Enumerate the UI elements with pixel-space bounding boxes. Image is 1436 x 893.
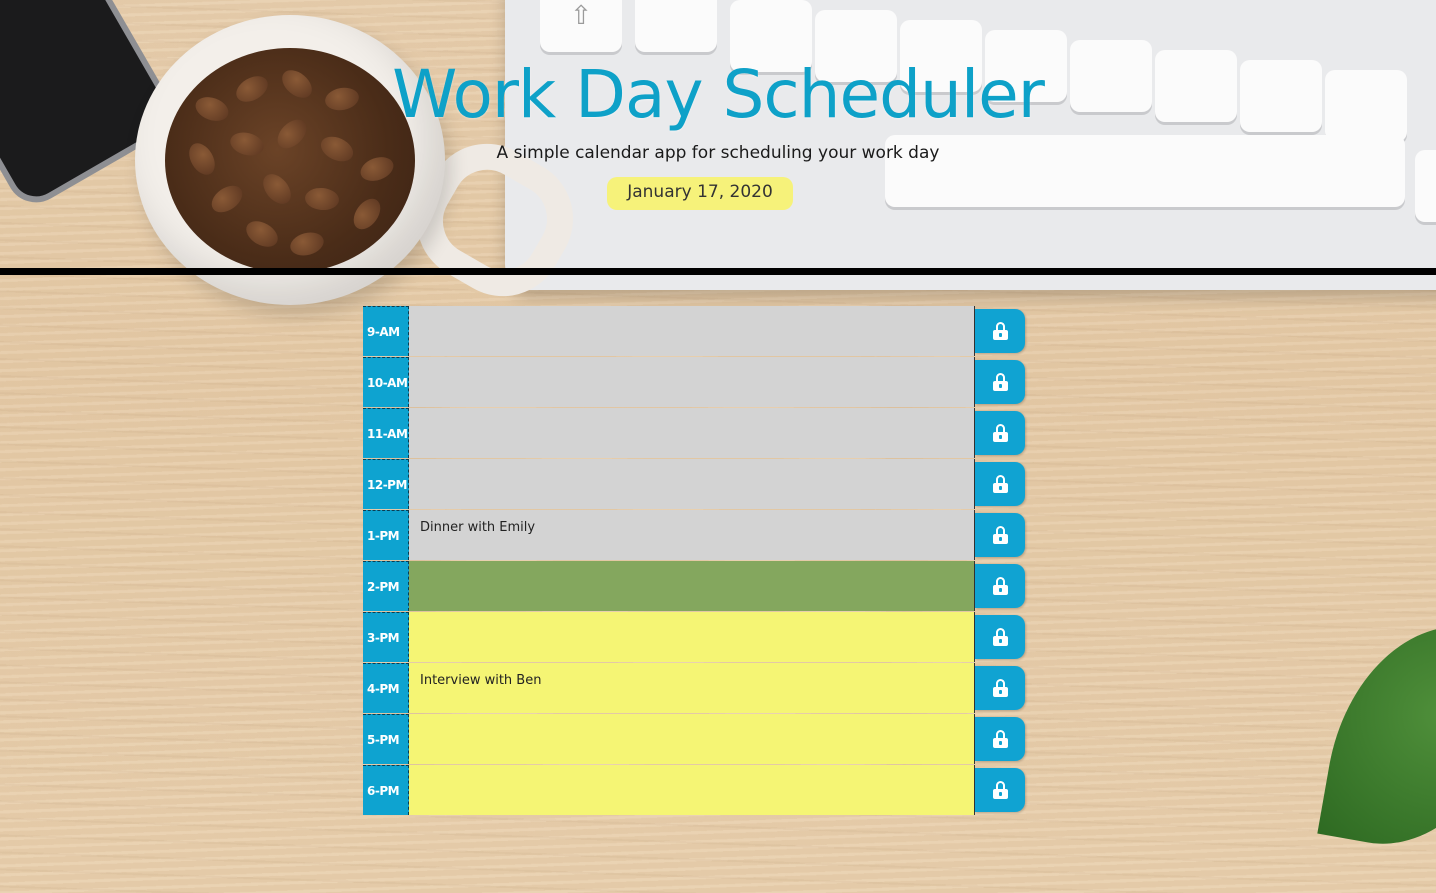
save-button[interactable] [975,717,1025,761]
save-button[interactable] [975,564,1025,608]
event-text-area[interactable] [409,561,975,611]
page-header: Work Day Scheduler A simple calendar app… [0,0,1436,268]
time-block: 2-PM [363,561,1027,611]
save-button[interactable] [975,666,1025,710]
event-text-area[interactable] [409,765,975,815]
hour-label: 9-AM [363,306,409,356]
event-text-area[interactable] [409,612,975,662]
save-button[interactable] [975,411,1025,455]
time-block: 1-PM Dinner with Emily [363,510,1027,560]
hour-label: 5-PM [363,714,409,764]
save-button[interactable] [975,615,1025,659]
event-text-area[interactable] [409,714,975,764]
time-block-list: 9-AM 10-AM 11-AM 12-PM 1-PM Dinner with … [363,306,1027,816]
hour-label: 2-PM [363,561,409,611]
page-subtitle: A simple calendar app for scheduling you… [496,143,940,163]
current-date-badge: January 17, 2020 [607,177,793,210]
time-block: 11-AM [363,408,1027,458]
time-block: 4-PM Interview with Ben [363,663,1027,713]
lock-icon [992,526,1008,544]
event-text-area[interactable] [409,408,975,458]
lock-icon [992,577,1008,595]
time-block: 5-PM [363,714,1027,764]
hour-label: 12-PM [363,459,409,509]
event-text-area[interactable]: Dinner with Emily [409,510,975,560]
save-button[interactable] [975,768,1025,812]
hour-label: 4-PM [363,663,409,713]
event-text-area[interactable] [409,306,975,356]
time-block: 6-PM [363,765,1027,815]
event-text-area[interactable]: Interview with Ben [409,663,975,713]
save-button[interactable] [975,513,1025,557]
lock-icon [992,730,1008,748]
plant-leaf-photo [1317,606,1436,864]
lock-icon [992,475,1008,493]
lock-icon [992,322,1008,340]
header-divider [0,268,1436,275]
lock-icon [992,373,1008,391]
lock-icon [992,424,1008,442]
lock-icon [992,781,1008,799]
hour-label: 11-AM [363,408,409,458]
time-block: 9-AM [363,306,1027,356]
page-title: Work Day Scheduler [392,56,1045,133]
hour-label: 10-AM [363,357,409,407]
time-block: 10-AM [363,357,1027,407]
lock-icon [992,628,1008,646]
save-button[interactable] [975,462,1025,506]
event-text-area[interactable] [409,459,975,509]
time-block: 3-PM [363,612,1027,662]
lock-icon [992,679,1008,697]
hour-label: 3-PM [363,612,409,662]
hour-label: 1-PM [363,510,409,560]
time-block: 12-PM [363,459,1027,509]
event-text-area[interactable] [409,357,975,407]
hour-label: 6-PM [363,765,409,815]
save-button[interactable] [975,309,1025,353]
save-button[interactable] [975,360,1025,404]
